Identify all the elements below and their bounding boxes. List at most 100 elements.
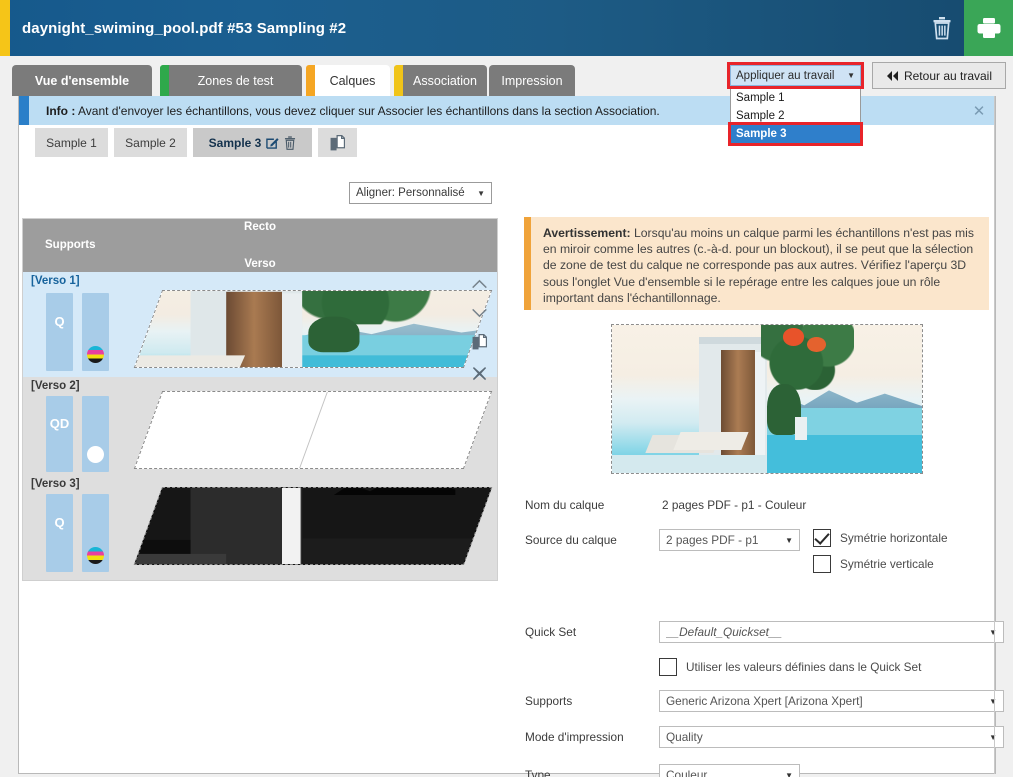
menu-item-sample-3[interactable]: Sample 3 bbox=[728, 122, 863, 146]
layer-quality-chip: QD bbox=[46, 396, 73, 472]
mode-impression-select[interactable]: Quality ▼ bbox=[659, 726, 1004, 748]
close-icon[interactable]: ✕ bbox=[963, 102, 995, 120]
chevron-down-icon: ▼ bbox=[985, 733, 997, 742]
pencil-edit-icon[interactable] bbox=[266, 136, 279, 149]
back-to-job-button[interactable]: Retour au travail bbox=[872, 62, 1006, 89]
info-accent-icon bbox=[19, 96, 29, 125]
tab-calques[interactable]: Calques bbox=[306, 65, 390, 96]
printer-icon bbox=[977, 18, 1000, 38]
cmyk-ink-icon bbox=[87, 547, 104, 564]
symetrie-horizontale-row: Symétrie horizontale bbox=[813, 529, 948, 547]
form-row-supports: Supports Generic Arizona Xpert [Arizona … bbox=[525, 690, 1004, 716]
trash-icon[interactable] bbox=[284, 135, 296, 150]
layer-quality-chip: Q bbox=[46, 293, 73, 371]
warning-banner-text: Avertissement: Lorsqu'au moins un calque… bbox=[531, 217, 989, 310]
layer-thumbnail-verso-2 bbox=[133, 391, 493, 469]
supports-select[interactable]: Generic Arizona Xpert [Arizona Xpert] ▼ bbox=[659, 690, 1004, 712]
tab-impression[interactable]: Impression bbox=[489, 65, 575, 96]
layer-row-verso-3[interactable]: [Verso 3] Q bbox=[23, 475, 497, 580]
application-window: daynight_swiming_pool.pdf #53 Sampling #… bbox=[0, 0, 1013, 777]
layer-row-verso-1[interactable]: [Verso 1] Q bbox=[23, 272, 497, 381]
tab-label: Zones de test bbox=[197, 73, 274, 88]
supports-value: Generic Arizona Xpert [Arizona Xpert] bbox=[666, 694, 863, 708]
symetrie-verticale-label: Symétrie verticale bbox=[840, 557, 934, 571]
chevron-down-icon: ▼ bbox=[785, 535, 793, 545]
source-du-calque-value: 2 pages PDF - p1 bbox=[666, 533, 759, 547]
duplicate-sample-button[interactable] bbox=[318, 128, 357, 157]
supports-label: Supports bbox=[45, 239, 96, 251]
warning-banner: Avertissement: Lorsqu'au moins un calque… bbox=[524, 217, 989, 310]
type-select[interactable]: Couleur ▼ bbox=[659, 764, 800, 777]
sample-tab-label: Sample 2 bbox=[125, 135, 176, 150]
sample-tab-2[interactable]: Sample 2 bbox=[114, 128, 187, 157]
tab-association[interactable]: Association bbox=[394, 65, 487, 96]
source-du-calque-label: Source du calque bbox=[525, 533, 617, 547]
utiliser-quickset-label: Utiliser les valeurs définies dans le Qu… bbox=[686, 660, 922, 674]
utiliser-quickset-checkbox[interactable] bbox=[659, 658, 677, 676]
cmyk-ink-icon bbox=[87, 346, 104, 363]
layer-row-verso-2[interactable]: [Verso 2] QD bbox=[23, 377, 497, 475]
sample-tab-1[interactable]: Sample 1 bbox=[35, 128, 108, 157]
back-to-job-label: Retour au travail bbox=[903, 68, 993, 83]
layer-stack-header: Recto Supports Verso bbox=[23, 219, 497, 272]
layer-thumbnail-verso-1 bbox=[133, 290, 493, 368]
utiliser-quickset-row: Utiliser les valeurs définies dans le Qu… bbox=[659, 658, 921, 676]
tab-vue-densemble[interactable]: Vue d'ensemble bbox=[12, 65, 152, 96]
menu-item-sample-2[interactable]: Sample 2 bbox=[731, 107, 860, 125]
layer-properties-panel: Avertissement: Lorsqu'au moins un calque… bbox=[519, 157, 1004, 777]
mode-impression-value: Quality bbox=[666, 730, 703, 744]
layer-quality-chip-label: QD bbox=[49, 415, 70, 431]
info-message: Avant d'envoyer les échantillons, vous d… bbox=[75, 103, 660, 118]
delete-job-button[interactable] bbox=[920, 0, 964, 56]
vertical-scrollbar[interactable] bbox=[994, 96, 995, 774]
align-mode-label: Aligner: Personnalisé bbox=[356, 187, 465, 199]
tab-label: Impression bbox=[501, 73, 563, 88]
info-prefix: Info : bbox=[46, 103, 76, 118]
form-row-nom-du-calque: Nom du calque 2 pages PDF - p1 - Couleur bbox=[525, 494, 995, 520]
apply-to-work-menu: Sample 1 Sample 2 Sample 3 bbox=[728, 89, 863, 146]
tab-accent-green-icon bbox=[160, 65, 169, 96]
chevron-down-icon: ▼ bbox=[477, 188, 485, 198]
quick-set-select[interactable]: __Default_Quickset__ ▼ bbox=[659, 621, 1004, 643]
page-body: Info : Avant d'envoyer les échantillons,… bbox=[18, 96, 1004, 777]
duplicate-icon[interactable] bbox=[472, 333, 487, 355]
sample-tab-label: Sample 3 bbox=[208, 135, 262, 150]
layer-quality-chip: Q bbox=[46, 494, 73, 572]
layer-row-actions bbox=[467, 276, 491, 386]
print-button[interactable] bbox=[964, 0, 1013, 56]
nom-du-calque-label: Nom du calque bbox=[525, 498, 605, 512]
warning-accent-icon bbox=[524, 217, 531, 310]
tab-zones-de-test[interactable]: Zones de test bbox=[160, 65, 302, 96]
page-title: daynight_swiming_pool.pdf #53 Sampling #… bbox=[22, 19, 347, 37]
apply-select-highlight bbox=[727, 62, 864, 89]
quick-set-label: Quick Set bbox=[525, 625, 577, 639]
layer-quality-chip-label: Q bbox=[54, 313, 65, 329]
move-down-icon[interactable] bbox=[471, 305, 488, 323]
layer-stack: Recto Supports Verso [Verso 1] Q [Verso … bbox=[22, 218, 498, 581]
tab-label: Vue d'ensemble bbox=[34, 73, 130, 88]
double-chevron-left-icon bbox=[886, 70, 898, 81]
apply-to-work-dropdown: Appliquer au travail ▼ Sample 1 Sample 2… bbox=[727, 62, 864, 146]
layer-row-title: [Verso 1] bbox=[31, 275, 80, 287]
menu-item-sample-1[interactable]: Sample 1 bbox=[731, 89, 860, 107]
layer-preview-image bbox=[611, 324, 923, 474]
type-value: Couleur bbox=[666, 768, 708, 777]
sample-tab-3[interactable]: Sample 3 bbox=[193, 128, 312, 157]
source-du-calque-select[interactable]: 2 pages PDF - p1 ▼ bbox=[659, 529, 800, 551]
layers-panel: Aligner: Personnalisé ▼ Recto Supports V… bbox=[19, 157, 519, 773]
align-mode-select[interactable]: Aligner: Personnalisé ▼ bbox=[349, 182, 492, 204]
chevron-down-icon: ▼ bbox=[785, 770, 793, 777]
layer-quality-chip-label: Q bbox=[54, 514, 65, 530]
supports-label: Supports bbox=[525, 694, 573, 708]
title-accent-strip bbox=[0, 0, 10, 56]
nom-du-calque-value: 2 pages PDF - p1 - Couleur bbox=[662, 498, 807, 512]
symetrie-verticale-checkbox[interactable] bbox=[813, 555, 831, 573]
move-up-icon[interactable] bbox=[471, 276, 488, 294]
form-row-mode-impression: Mode d'impression Quality ▼ bbox=[525, 726, 1004, 752]
layer-row-title: [Verso 3] bbox=[31, 478, 80, 490]
symetrie-horizontale-checkbox[interactable] bbox=[813, 529, 831, 547]
mode-impression-label: Mode d'impression bbox=[525, 730, 624, 744]
chevron-down-icon: ▼ bbox=[985, 697, 997, 706]
layer-thumbnail-verso-3 bbox=[133, 487, 493, 565]
chevron-down-icon: ▼ bbox=[985, 628, 997, 637]
